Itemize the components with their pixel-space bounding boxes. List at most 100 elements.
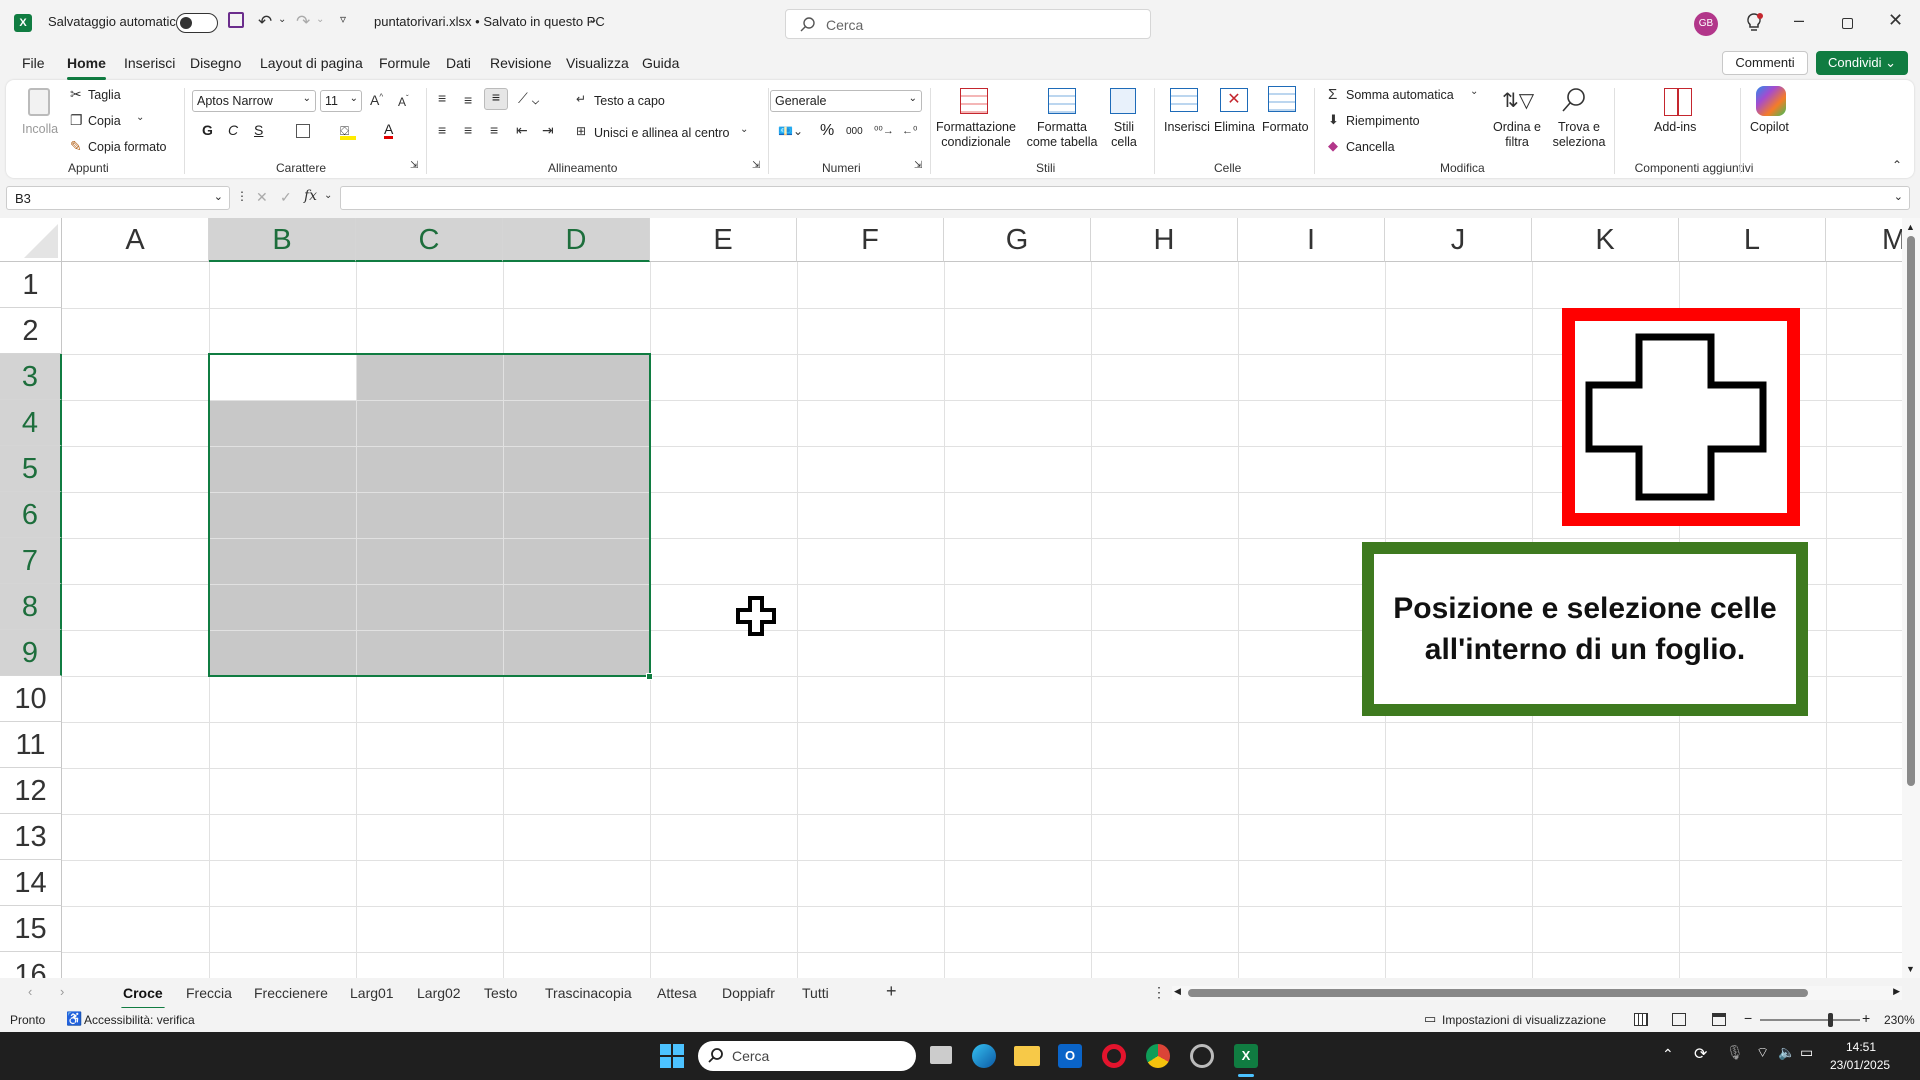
- redo-dropdown-icon[interactable]: ⌄: [316, 14, 324, 25]
- autosave-toggle[interactable]: [176, 13, 218, 33]
- column-header[interactable]: F: [797, 218, 944, 262]
- align-top-icon[interactable]: ≡: [438, 90, 446, 106]
- column-header[interactable]: J: [1385, 218, 1532, 262]
- sheet-tab-freccia[interactable]: Freccia: [186, 985, 232, 1001]
- expand-formula-icon[interactable]: ⌄: [1894, 190, 1903, 203]
- lightbulb-icon[interactable]: [1744, 12, 1764, 34]
- sort-filter-button[interactable]: Ordina e filtra: [1492, 120, 1542, 150]
- bold-button[interactable]: G: [202, 122, 213, 138]
- opera-icon[interactable]: [1102, 1044, 1126, 1068]
- restore-icon[interactable]: [1842, 18, 1853, 29]
- zoom-slider[interactable]: [1760, 1013, 1860, 1027]
- undo-icon[interactable]: ↶: [258, 12, 272, 32]
- sheet-tab-larg02[interactable]: Larg02: [417, 985, 461, 1001]
- windows-start-icon[interactable]: [660, 1044, 684, 1068]
- percent-button[interactable]: %: [820, 122, 834, 140]
- underline-button[interactable]: S: [254, 122, 263, 138]
- sync-icon[interactable]: ⟳: [1694, 1044, 1707, 1064]
- alignment-dialog-launcher-icon[interactable]: ⇲: [752, 160, 760, 171]
- formula-input[interactable]: ⌄: [340, 186, 1910, 210]
- tab-formulas[interactable]: Formule: [379, 55, 430, 71]
- font-size-select[interactable]: 11 ⌄: [320, 90, 362, 112]
- find-select-button[interactable]: Trova e seleziona: [1544, 120, 1614, 150]
- next-sheet-icon[interactable]: ›: [60, 984, 64, 999]
- insert-function-icon[interactable]: fx: [304, 188, 317, 204]
- sheet-tab-testo[interactable]: Testo: [484, 985, 517, 1001]
- chrome-icon[interactable]: [1146, 1044, 1170, 1068]
- align-bottom-icon[interactable]: ≡: [484, 88, 508, 110]
- thousands-button[interactable]: 000: [846, 126, 863, 137]
- page-layout-view-icon[interactable]: [1672, 1013, 1686, 1026]
- decrease-font-icon[interactable]: Aˇ: [398, 94, 409, 109]
- align-right-icon[interactable]: ≡: [490, 122, 498, 138]
- format-painter-button[interactable]: Copia formato: [88, 140, 167, 154]
- horizontal-scrollbar[interactable]: ◀ ▶: [1172, 986, 1902, 1000]
- autosum-button[interactable]: Somma automatica: [1346, 88, 1454, 102]
- clear-button[interactable]: Cancella: [1346, 140, 1395, 154]
- sheet-tab-freccienere[interactable]: Freccienere: [254, 985, 328, 1001]
- edge-icon[interactable]: [972, 1044, 996, 1068]
- align-left-icon[interactable]: ≡: [438, 122, 446, 138]
- cross-cursor-image[interactable]: [1562, 308, 1800, 526]
- column-header[interactable]: K: [1532, 218, 1679, 262]
- decrease-indent-icon[interactable]: ⇤: [516, 122, 528, 139]
- conditional-format-button[interactable]: Formattazione condizionale: [934, 120, 1018, 150]
- align-center-icon[interactable]: ≡: [464, 122, 472, 138]
- add-sheet-button[interactable]: +: [886, 981, 897, 1002]
- increase-decimal-icon[interactable]: ⁰⁰→: [874, 124, 894, 137]
- font-name-select[interactable]: Aptos Narrow ⌄: [192, 90, 316, 112]
- paste-icon[interactable]: [28, 88, 50, 116]
- insert-cells-button[interactable]: Inserisci: [1164, 120, 1210, 134]
- autosum-dropdown-icon[interactable]: ⌄: [1470, 86, 1478, 97]
- insert-function-dropdown-icon[interactable]: ⌄: [324, 190, 332, 201]
- row-header[interactable]: 1: [0, 262, 62, 308]
- zoom-in-icon[interactable]: +: [1862, 1010, 1870, 1026]
- customize-qat-icon[interactable]: ▿: [340, 12, 346, 26]
- orientation-icon[interactable]: ⟋ ⌄: [518, 90, 539, 107]
- normal-view-icon[interactable]: [1634, 1013, 1648, 1026]
- fill-handle[interactable]: [646, 673, 653, 680]
- tab-draw[interactable]: Disegno: [190, 55, 241, 71]
- avatar[interactable]: GB: [1694, 12, 1718, 36]
- row-header[interactable]: 15: [0, 906, 62, 952]
- scroll-up-icon[interactable]: ▲: [1906, 222, 1915, 232]
- italic-button[interactable]: C: [228, 122, 238, 138]
- display-settings-button[interactable]: Impostazioni di visualizzazione: [1442, 1013, 1606, 1027]
- currency-icon[interactable]: 💶⌄: [778, 124, 803, 138]
- fill-color-icon[interactable]: ⛋: [340, 124, 356, 140]
- search-box[interactable]: Cerca: [785, 9, 1151, 39]
- battery-icon[interactable]: ▭: [1800, 1044, 1813, 1061]
- increase-font-icon[interactable]: A^: [370, 92, 383, 108]
- merge-dropdown-icon[interactable]: ⌄: [740, 124, 748, 135]
- tab-insert[interactable]: Inserisci: [124, 55, 175, 71]
- delete-cells-button[interactable]: Elimina: [1214, 120, 1255, 134]
- comments-button[interactable]: Commenti: [1722, 51, 1808, 75]
- row-header[interactable]: 6: [0, 492, 62, 538]
- file-explorer-icon[interactable]: [1014, 1046, 1040, 1066]
- borders-icon[interactable]: [296, 124, 310, 138]
- number-format-select[interactable]: Generale ⌄: [770, 90, 922, 112]
- file-title[interactable]: puntatorivari.xlsx • Salvato in questo P…: [374, 14, 605, 29]
- row-header[interactable]: 13: [0, 814, 62, 860]
- cancel-formula-icon[interactable]: ✕: [256, 189, 268, 206]
- zoom-slider-thumb[interactable]: [1828, 1013, 1833, 1027]
- column-header[interactable]: D: [503, 218, 650, 262]
- sheet-tab-trascinacopia[interactable]: Trascinacopia: [545, 985, 632, 1001]
- tab-file[interactable]: File: [22, 55, 45, 71]
- prev-sheet-icon[interactable]: ‹: [28, 984, 32, 999]
- font-dialog-launcher-icon[interactable]: ⇲: [410, 160, 418, 171]
- collapse-ribbon-icon[interactable]: ⌃: [1892, 158, 1902, 172]
- zoom-level[interactable]: 230%: [1884, 1013, 1915, 1027]
- share-button[interactable]: Condividi ⌄: [1816, 51, 1908, 75]
- more-options-icon[interactable]: ⋮: [236, 189, 248, 203]
- tab-view[interactable]: Visualizza: [566, 55, 629, 71]
- accessibility-check[interactable]: Accessibilità: verifica: [84, 1013, 195, 1027]
- tab-page-layout[interactable]: Layout di pagina: [260, 55, 363, 71]
- tab-help[interactable]: Guida: [642, 55, 679, 71]
- column-header[interactable]: I: [1238, 218, 1385, 262]
- row-header[interactable]: 10: [0, 676, 62, 722]
- tab-review[interactable]: Revisione: [490, 55, 551, 71]
- horizontal-scroll-thumb[interactable]: [1188, 989, 1808, 997]
- paste-button[interactable]: Incolla: [22, 122, 58, 136]
- volume-icon[interactable]: 🔈: [1778, 1044, 1795, 1061]
